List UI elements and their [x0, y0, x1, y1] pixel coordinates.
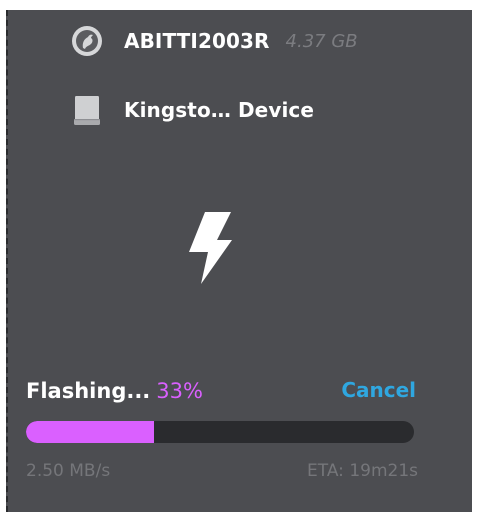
progress-bar [26, 421, 414, 443]
lightning-bolt-icon [183, 210, 237, 286]
target-drive-name: Kingsto… Device [124, 98, 315, 122]
image-disc-icon [70, 24, 104, 58]
flash-status: Flashing... 33% Cancel [26, 374, 416, 408]
target-drive-row: Kingsto… Device [70, 90, 314, 130]
flash-eta: ETA: 19m21s [307, 461, 418, 481]
source-image-row: ABITTI2003R 4.37 GB [70, 21, 358, 61]
progress-percent: 33% [156, 379, 203, 403]
source-image-name: ABITTI2003R [124, 29, 270, 53]
panel-dashed-edge [6, 10, 8, 512]
progress-bar-fill [26, 421, 155, 443]
status-label: Flashing... [26, 379, 151, 403]
source-image-size: 4.37 GB [285, 30, 358, 52]
cancel-button[interactable]: Cancel [341, 378, 416, 402]
flash-speed: 2.50 MB/s [26, 461, 111, 481]
flash-meta: 2.50 MB/s ETA: 19m21s [26, 458, 418, 484]
drive-icon [70, 93, 104, 127]
